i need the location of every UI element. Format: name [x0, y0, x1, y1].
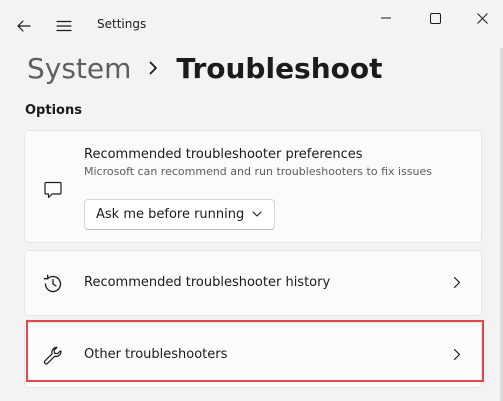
breadcrumb-separator	[149, 61, 158, 75]
troubleshooter-preferences-card: Recommended troubleshooter preferences M…	[24, 130, 482, 243]
chevron-right-icon	[453, 276, 461, 289]
back-arrow-icon	[17, 20, 31, 32]
wrench-icon	[42, 345, 64, 367]
minimize-button[interactable]	[363, 6, 409, 30]
hamburger-icon	[56, 20, 72, 32]
title-bar: Settings	[0, 0, 503, 48]
history-icon	[42, 273, 64, 295]
preferences-title: Recommended troubleshooter preferences	[84, 147, 363, 162]
minimize-icon	[381, 17, 391, 19]
feedback-chat-icon	[42, 179, 64, 201]
breadcrumb: System Troubleshoot	[27, 48, 383, 88]
troubleshooter-history-card[interactable]: Recommended troubleshooter history	[24, 250, 482, 316]
dropdown-selected-value: Ask me before running	[96, 207, 245, 222]
chevron-right-icon	[150, 61, 158, 75]
troubleshooter-preference-dropdown[interactable]: Ask me before running	[84, 199, 275, 230]
other-troubleshooters-title: Other troubleshooters	[84, 347, 228, 362]
history-title: Recommended troubleshooter history	[84, 275, 331, 290]
close-icon	[476, 12, 488, 24]
chevron-right-icon	[453, 348, 461, 361]
breadcrumb-system-link[interactable]: System	[27, 52, 131, 85]
page-title: Troubleshoot	[176, 51, 383, 85]
preferences-description: Microsoft can recommend and run troubles…	[84, 165, 432, 178]
maximize-button[interactable]	[412, 6, 458, 30]
close-button[interactable]	[459, 6, 503, 30]
options-section-label: Options	[25, 103, 82, 118]
navigation-menu-button[interactable]	[50, 12, 78, 40]
chevron-down-icon	[252, 209, 262, 219]
maximize-icon	[429, 12, 441, 24]
other-troubleshooters-card[interactable]: Other troubleshooters	[24, 322, 482, 388]
back-button[interactable]	[10, 12, 38, 40]
app-title: Settings	[97, 17, 147, 31]
